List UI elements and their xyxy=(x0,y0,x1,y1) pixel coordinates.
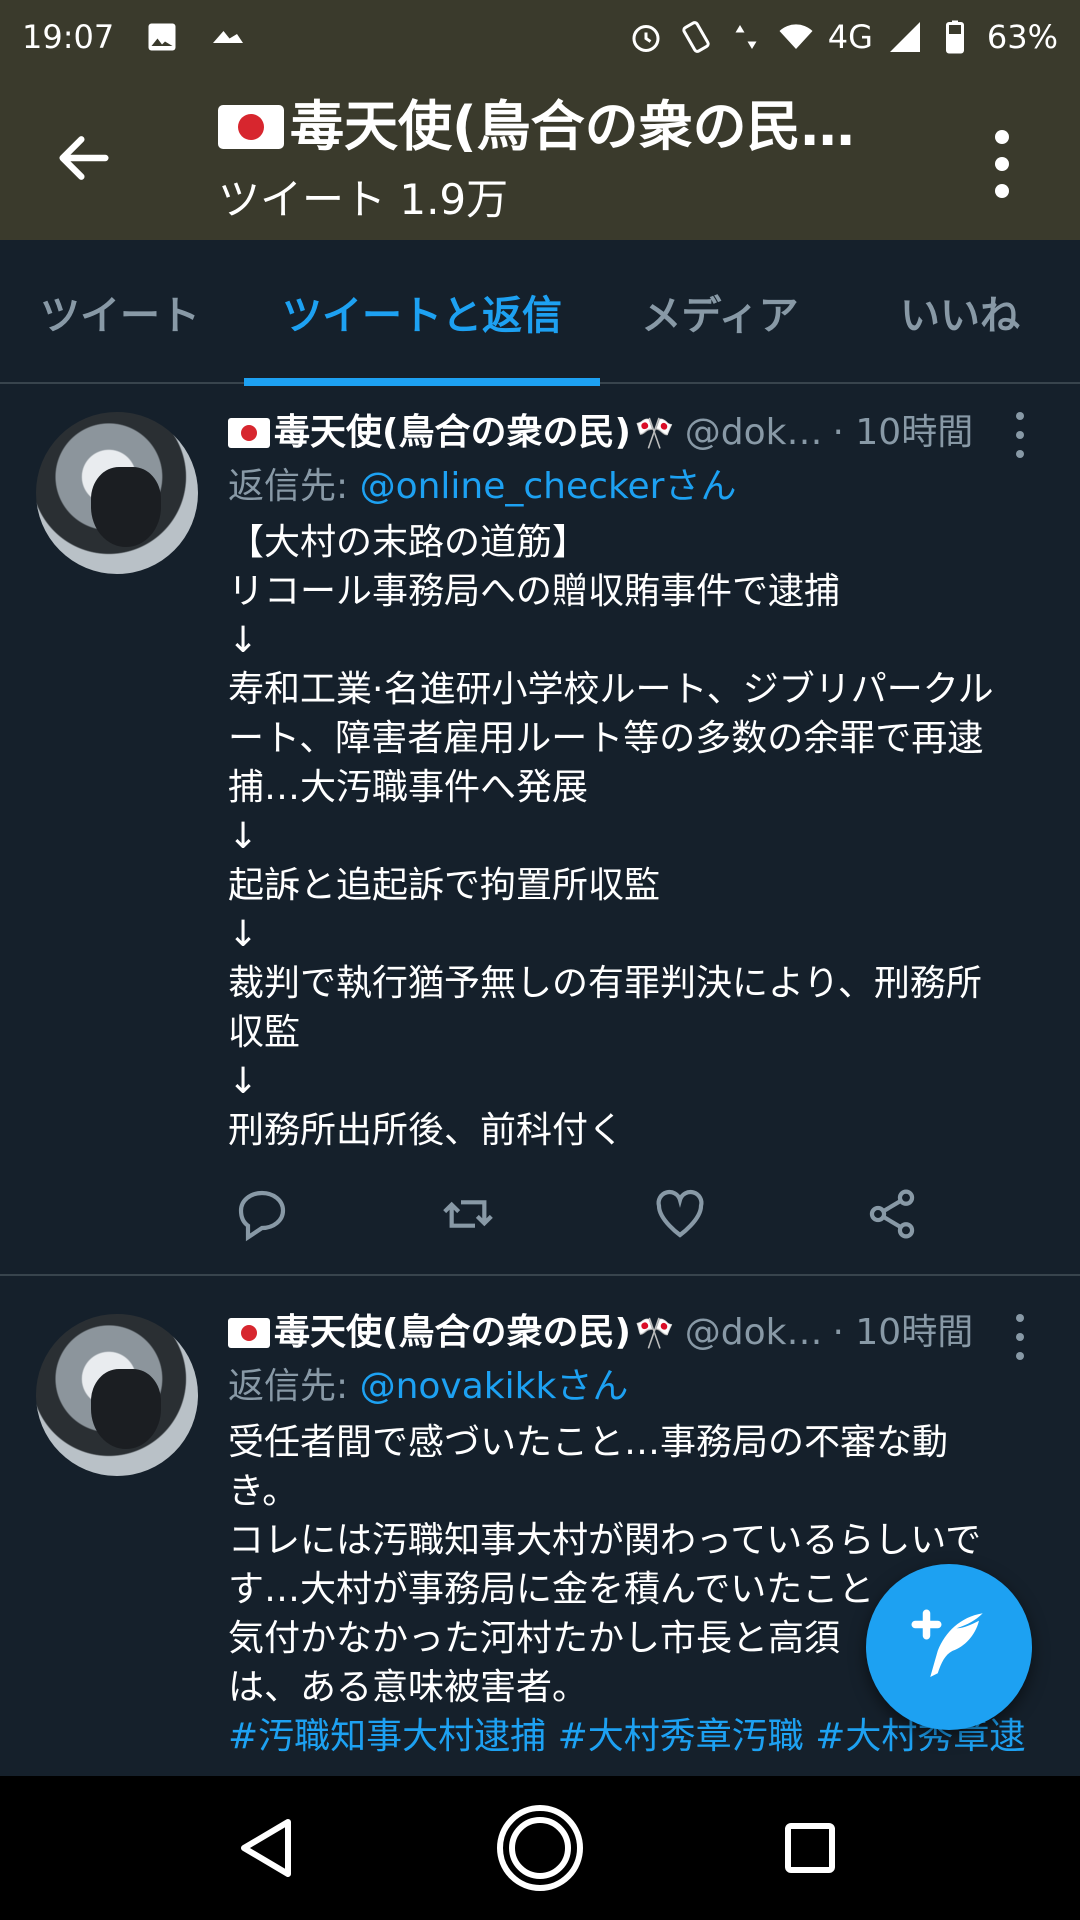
tab-tweets-and-replies[interactable]: ツイートと返信 xyxy=(244,240,600,386)
compose-feather-icon xyxy=(911,1609,983,1677)
page-title: 毒天使(鳥合の衆の民… xyxy=(218,92,918,162)
tweet-actions xyxy=(228,1186,928,1246)
nav-recents-icon[interactable] xyxy=(738,1776,882,1920)
status-time: 19:07 xyxy=(22,18,115,56)
vibrate-icon xyxy=(682,21,710,53)
tweet-line: 【大村の末路の道筋】 xyxy=(228,522,589,563)
tweet-meta: 毒天使(鳥合の衆の民) 🎌 @dok… · 10時間 xyxy=(228,406,1048,460)
avatar[interactable] xyxy=(36,1314,198,1476)
tweet-line: ↓ xyxy=(228,620,259,661)
tweet-line: ート、障害者雇用ルート等の多数の余罪で再逮 xyxy=(228,718,984,759)
retweet-icon[interactable] xyxy=(440,1186,496,1242)
profile-header: 毒天使(鳥合の衆の民… ツイート 1.9万 xyxy=(0,74,1080,240)
share-icon[interactable] xyxy=(864,1186,920,1242)
tweet-line: 収監 xyxy=(228,1012,301,1053)
tweet-line: コレには汚職知事大村が関わっているらしいで xyxy=(228,1520,982,1561)
crossed-flags-icon: 🎌 xyxy=(634,1314,675,1352)
japan-flag-icon xyxy=(228,1318,270,1348)
like-heart-icon[interactable] xyxy=(652,1186,708,1242)
tweet-time: · 10時間 xyxy=(832,412,974,453)
tab-media[interactable]: メディア xyxy=(600,240,840,384)
wifi-icon xyxy=(779,24,813,49)
author-name[interactable]: 毒天使(鳥合の衆の民) xyxy=(274,1306,631,1360)
tweet-line: 裁判で執行猶予無しの有罪判決により、刑務所 xyxy=(228,963,982,1004)
reply-icon[interactable] xyxy=(234,1186,290,1242)
image-notification-icon xyxy=(148,23,176,51)
author-handle: @dok… xyxy=(684,412,823,453)
battery-percent: 63% xyxy=(986,18,1058,56)
tweet-line: リコール事務局への贈収賄事件で逮捕 xyxy=(228,571,841,612)
system-nav-bar xyxy=(0,1776,1080,1920)
tweet-line: 刑務所出所後、前科付く xyxy=(228,1110,625,1151)
alarm-icon xyxy=(632,25,660,52)
japan-flag-icon xyxy=(218,105,284,149)
crossed-flags-icon: 🎌 xyxy=(634,414,675,452)
tweet-line: 受任者間で感づいたこと…事務局の不審な動 xyxy=(228,1422,949,1463)
app-notification-icon xyxy=(213,31,244,43)
author-name[interactable]: 毒天使(鳥合の衆の民) xyxy=(274,406,631,460)
tweet-line: き。 xyxy=(228,1471,299,1512)
tweet-line: ↓ xyxy=(228,914,259,955)
reply-mention[interactable]: @online_checkerさん xyxy=(360,466,737,507)
author-handle: @dok… xyxy=(684,1312,823,1353)
nav-home-icon[interactable] xyxy=(468,1776,612,1920)
tweet-text: 【大村の末路の道筋】 リコール事務局への贈収賄事件で逮捕 ↓ 寿和工業·名進研小… xyxy=(228,518,1048,1155)
page-title-text: 毒天使(鳥合の衆の民… xyxy=(290,95,855,158)
more-options-icon[interactable] xyxy=(984,124,1020,204)
tweet-line: 寿和工業·名進研小学校ルート、ジブリパークル xyxy=(228,669,994,710)
profile-tabs: ツイート ツイートと返信 メディア いいね xyxy=(0,240,1080,386)
tweet-line: 捕…大汚職事件へ発展 xyxy=(228,767,589,808)
signal-icon xyxy=(889,22,920,52)
tweet-line: ↓ xyxy=(228,1061,259,1102)
tweet[interactable]: 毒天使(鳥合の衆の民) 🎌 @dok… · 10時間 返信先: @online_… xyxy=(0,386,1080,1276)
status-bar: 19:07 4G 63% xyxy=(0,0,1080,74)
avatar[interactable] xyxy=(36,412,198,574)
tweet-time: · 10時間 xyxy=(832,1312,974,1353)
battery-icon xyxy=(945,20,964,54)
data-arrows-icon xyxy=(735,25,757,49)
back-arrow-icon[interactable] xyxy=(52,126,116,190)
tab-likes[interactable]: いいね xyxy=(840,240,1080,384)
tweet-line: ↓ xyxy=(228,816,259,857)
reply-to: 返信先: @novakikkさん xyxy=(228,1360,1048,1414)
network-type: 4G xyxy=(827,18,873,56)
compose-tweet-button[interactable] xyxy=(866,1564,1032,1730)
nav-back-icon[interactable] xyxy=(196,1776,340,1920)
reply-prefix: 返信先: xyxy=(228,466,360,507)
japan-flag-icon xyxy=(228,418,270,448)
reply-to: 返信先: @online_checkerさん xyxy=(228,460,1048,514)
tweet-meta: 毒天使(鳥合の衆の民) 🎌 @dok… · 10時間 xyxy=(228,1306,1048,1360)
reply-prefix: 返信先: xyxy=(228,1366,360,1407)
reply-mention[interactable]: @novakikkさん xyxy=(360,1366,629,1407)
tweet-line: 起訴と追起訴で拘置所収監 xyxy=(228,865,661,906)
tweet-count: ツイート 1.9万 xyxy=(218,175,509,225)
tab-tweets[interactable]: ツイート xyxy=(0,240,240,384)
